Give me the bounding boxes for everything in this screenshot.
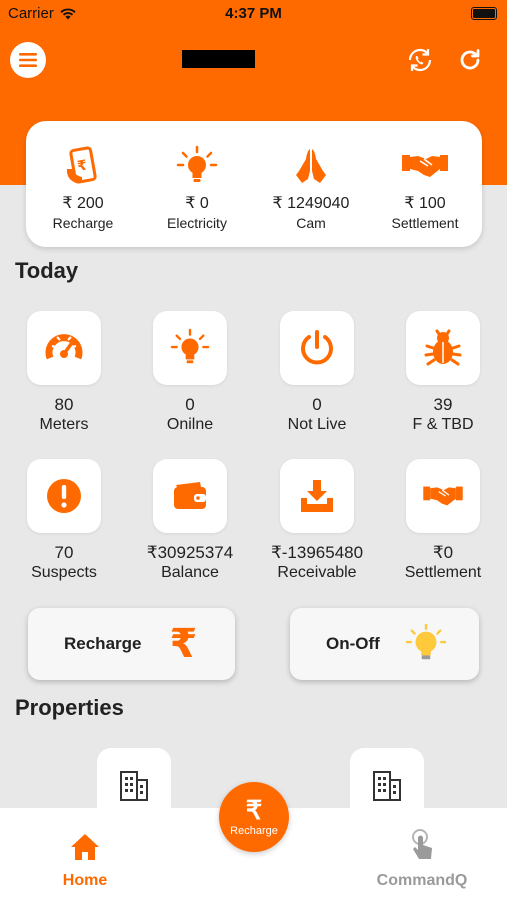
- bulb-icon: [170, 328, 210, 364]
- hands-icon: [296, 149, 326, 183]
- stat-tile[interactable]: [280, 311, 354, 385]
- recharge-button[interactable]: Recharge ₹: [28, 608, 235, 680]
- alert-icon: [47, 479, 81, 513]
- stat-value: 0: [312, 395, 322, 414]
- stat-value: 39: [433, 395, 453, 414]
- recharge-fab-label: Recharge: [230, 825, 278, 837]
- stat-label: Receivable: [277, 564, 357, 581]
- stat-online[interactable]: 0 Onilne: [130, 311, 250, 434]
- summary-label: Electricity: [167, 215, 227, 231]
- power-icon: [301, 330, 333, 365]
- download-icon: [301, 480, 333, 512]
- stat-balance[interactable]: ₹30925374 Balance: [130, 459, 250, 582]
- stat-value: 0: [185, 395, 195, 414]
- stat-label: Balance: [161, 564, 219, 581]
- on-off-button-label: On-Off: [326, 634, 380, 653]
- recharge-fab[interactable]: ₹ Recharge: [219, 782, 289, 852]
- stat-tile[interactable]: [27, 311, 101, 385]
- tap-icon: [412, 829, 432, 859]
- refresh-icon: [460, 49, 480, 70]
- bug-icon: [424, 329, 462, 366]
- stat-label: Onilne: [166, 416, 214, 433]
- summary-cam[interactable]: ₹ 1249040 Cam: [254, 121, 368, 247]
- bulb-icon: [176, 145, 218, 182]
- rupee-icon: ₹: [245, 795, 263, 825]
- summary-value: ₹ 0: [185, 195, 209, 212]
- tab-commandq[interactable]: CommandQ: [337, 808, 507, 900]
- handshake-icon: [423, 486, 463, 506]
- stat-value: 80: [54, 395, 74, 414]
- properties-title: Properties: [15, 695, 124, 720]
- stat-meters[interactable]: 80 Meters: [4, 311, 124, 434]
- stat-value: ₹0: [432, 543, 454, 562]
- rupee-icon: ₹: [169, 621, 198, 667]
- stat-label: Not Live: [287, 416, 347, 433]
- summary-value: ₹ 1249040: [272, 195, 350, 212]
- stat-tile[interactable]: [153, 311, 227, 385]
- phone-refresh-button[interactable]: [404, 44, 436, 76]
- summary-label: Recharge: [52, 215, 114, 231]
- handshake-icon: [402, 155, 448, 177]
- summary-recharge[interactable]: ₹ ₹ 200 Recharge: [26, 121, 140, 247]
- building-icon: [120, 771, 148, 801]
- summary-value: ₹ 200: [62, 195, 104, 212]
- hamburger-icon: [19, 53, 37, 67]
- stat-tile[interactable]: [280, 459, 354, 533]
- clock: 4:37 PM: [225, 5, 282, 22]
- summary-card: ₹ ₹ 200 Recharge ₹ 0 Electricity ₹ 12490…: [26, 121, 482, 247]
- stat-not-live[interactable]: 0 Not Live: [257, 311, 377, 434]
- phone-sync-icon: [408, 48, 432, 72]
- tab-commandq-label: CommandQ: [376, 872, 468, 889]
- today-title: Today: [15, 258, 79, 283]
- phone-rupee-icon: ₹: [66, 146, 97, 184]
- building-icon: [373, 771, 401, 801]
- stat-settlement[interactable]: ₹0 Settlement: [383, 459, 503, 582]
- battery-icon: [471, 7, 497, 20]
- summary-value: ₹ 100: [404, 195, 446, 212]
- menu-button[interactable]: [10, 42, 46, 78]
- wallet-icon: [174, 482, 206, 509]
- summary-electricity[interactable]: ₹ 0 Electricity: [140, 121, 254, 247]
- stat-value: ₹-13965480: [270, 543, 364, 562]
- summary-settlement[interactable]: ₹ 100 Settlement: [368, 121, 482, 247]
- stat-tile[interactable]: [406, 311, 480, 385]
- stat-suspects[interactable]: 70 Suspects: [4, 459, 124, 582]
- tab-home-label: Home: [62, 872, 108, 889]
- stat-value: 70: [54, 543, 74, 562]
- page-title: Redacted: [182, 50, 255, 68]
- tab-home[interactable]: Home: [0, 808, 170, 900]
- refresh-button[interactable]: [454, 44, 486, 76]
- stat-tile[interactable]: [406, 459, 480, 533]
- stat-f-tbd[interactable]: 39 F & TBD: [383, 311, 503, 434]
- stat-tile[interactable]: [153, 459, 227, 533]
- stat-value: ₹30925374: [146, 543, 234, 562]
- gauge-icon: [45, 334, 83, 360]
- recharge-button-label: Recharge: [64, 634, 142, 653]
- on-off-button[interactable]: On-Off: [290, 608, 479, 680]
- summary-label: Settlement: [391, 215, 459, 231]
- status-bar: Carrier 4:37 PM: [0, 0, 507, 28]
- stat-label: Suspects: [31, 564, 97, 581]
- stat-tile[interactable]: [27, 459, 101, 533]
- stat-label: Settlement: [404, 564, 482, 581]
- summary-label: Cam: [296, 215, 326, 231]
- stat-label: F & TBD: [412, 416, 474, 433]
- stat-label: Meters: [39, 416, 89, 433]
- home-icon: [71, 834, 99, 860]
- bulb-icon: [405, 624, 446, 660]
- stat-receivable[interactable]: ₹-13965480 Receivable: [257, 459, 377, 582]
